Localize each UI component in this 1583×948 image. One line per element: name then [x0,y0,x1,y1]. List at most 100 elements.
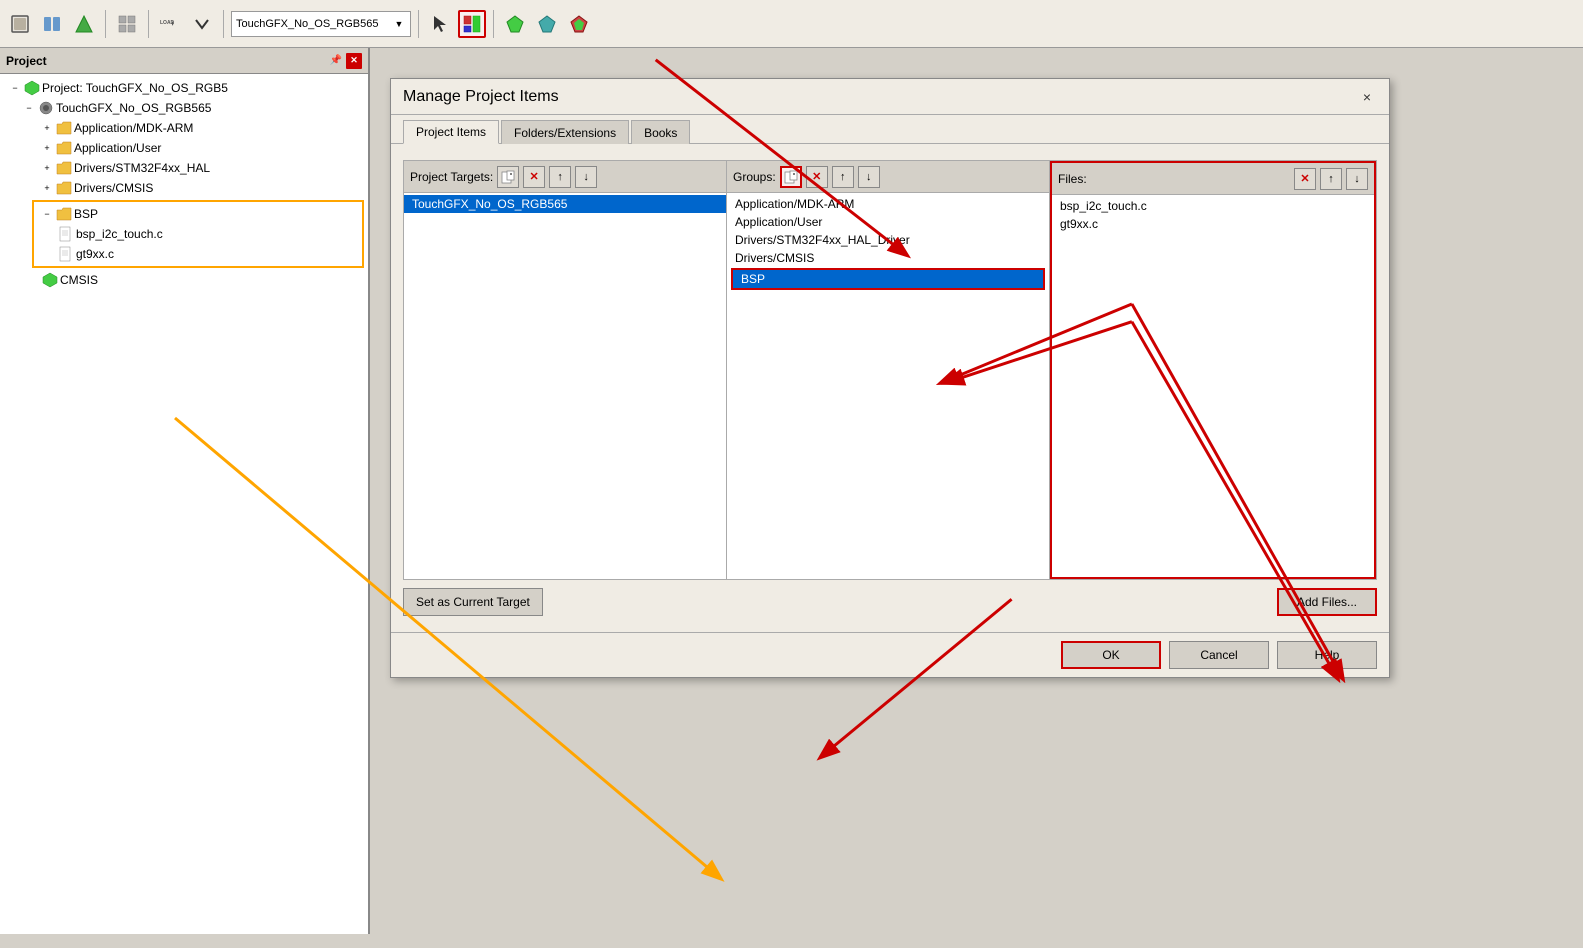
delete-group-button[interactable]: ✕ [806,166,828,188]
folder-icon-mdk [56,120,72,136]
tree-item-cmsis[interactable]: + Drivers/CMSIS [0,178,368,198]
toolbar-icon-3[interactable] [70,10,98,38]
move-target-up-button[interactable]: ↑ [549,166,571,188]
folder-icon-bsp [56,206,72,222]
expand-icon-cmsis[interactable]: + [40,181,54,195]
folder-icon-user [56,140,72,156]
tab-books[interactable]: Books [631,120,690,144]
new-group-button[interactable] [780,166,802,188]
file-item-1[interactable]: gt9xx.c [1052,215,1374,233]
tree-item-stm32[interactable]: + Drivers/STM32F4xx_HAL [0,158,368,178]
toolbar-divider-3 [223,10,224,38]
gear-gem-icon [38,100,54,116]
cancel-button[interactable]: Cancel [1169,641,1269,669]
group-item-0[interactable]: Application/MDK-ARM [727,195,1049,213]
pin-icon[interactable]: 📌 [328,53,344,69]
delete-target-button[interactable]: ✕ [523,166,545,188]
toolbar-divider-2 [148,10,149,38]
expand-icon-mdk[interactable]: + [40,121,54,135]
tree-item-bsp-file2[interactable]: gt9xx.c [36,244,360,264]
tree-item-bsp[interactable]: − BSP [36,204,360,224]
toolbar-gem-teal[interactable] [533,10,561,38]
tree-label-bsp-file2: gt9xx.c [76,247,114,261]
tree-item-root-folder[interactable]: − TouchGFX_No_OS_RGB565 [0,98,368,118]
tree-label-cmsis-gem: CMSIS [60,273,98,287]
group-item-1[interactable]: Application/User [727,213,1049,231]
tree-label-mdk: Application/MDK-ARM [74,121,193,135]
toolbar-icon-cursor[interactable] [426,10,454,38]
tree-item-mdk-arm[interactable]: + Application/MDK-ARM [0,118,368,138]
toolbar-gem-multicolor[interactable] [565,10,593,38]
files-list: bsp_i2c_touch.c gt9xx.c [1052,195,1374,577]
project-panel-title: Project [6,54,47,68]
tree-label-bsp-file1: bsp_i2c_touch.c [76,227,163,241]
tree-item-app-user[interactable]: + Application/User [0,138,368,158]
dialog-body: Project Targets: ✕ [391,144,1389,632]
project-icon [24,80,40,96]
panel-close-button[interactable]: ✕ [346,53,362,69]
add-files-button[interactable]: Add Files... [1277,588,1377,616]
columns-container: Project Targets: ✕ [403,160,1377,580]
file-icon-1 [58,226,74,242]
groups-column: Groups: ✕ ↑ [727,161,1050,579]
expand-icon-root[interactable]: − [22,101,36,115]
tree-label-root: TouchGFX_No_OS_RGB565 [56,101,211,115]
dialog-title: Manage Project Items [403,88,559,106]
target-item-0[interactable]: TouchGFX_No_OS_RGB565 [404,195,726,213]
file-item-0[interactable]: bsp_i2c_touch.c [1052,197,1374,215]
dialog-area: Manage Project Items × Project Items Fol… [370,48,1583,934]
tree-item-cmsis-gem[interactable]: CMSIS [0,270,368,290]
targets-list: TouchGFX_No_OS_RGB565 [404,193,726,579]
tree-label-cmsis: Drivers/CMSIS [74,181,153,195]
dialog-close-button[interactable]: × [1357,87,1377,107]
target-dropdown[interactable]: TouchGFX_No_OS_RGB565 ▼ [231,11,411,37]
tab-folders-extensions[interactable]: Folders/Extensions [501,120,629,144]
toolbar-gem-green[interactable] [501,10,529,38]
move-file-up-button[interactable]: ↑ [1320,168,1342,190]
project-tree: − Project: TouchGFX_No_OS_RGB5 − Tou [0,74,368,934]
expand-icon-bsp[interactable]: − [40,207,54,221]
groups-list: Application/MDK-ARM Application/User Dri… [727,193,1049,579]
toolbar-divider-5 [493,10,494,38]
toolbar-icon-2[interactable] [38,10,66,38]
manage-project-items-button[interactable] [458,10,486,38]
help-button[interactable]: Help [1277,641,1377,669]
expand-icon-stm32[interactable]: + [40,161,54,175]
tree-item-bsp-file1[interactable]: bsp_i2c_touch.c [36,224,360,244]
toolbar-icon-1[interactable] [6,10,34,38]
tab-project-items[interactable]: Project Items [403,120,499,144]
delete-file-button[interactable]: ✕ [1294,168,1316,190]
tree-label-bsp: BSP [74,207,98,221]
tree-label-project: Project: TouchGFX_No_OS_RGB5 [42,81,228,95]
group-item-2[interactable]: Drivers/STM32F4xx_HAL_Driver [727,231,1049,249]
files-column: Files: ✕ ↑ ↓ bsp_i2c_touch.c gt9xx.c [1050,161,1376,579]
move-file-down-button[interactable]: ↓ [1346,168,1368,190]
move-group-up-button[interactable]: ↑ [832,166,854,188]
set-current-target-button[interactable]: Set as Current Target [403,588,543,616]
toolbar-icon-down-arrow[interactable] [188,10,216,38]
toolbar: LOAD TouchGFX_No_OS_RGB565 ▼ [0,0,1583,48]
bsp-highlight-box: − BSP [32,200,364,268]
move-target-down-button[interactable]: ↓ [575,166,597,188]
project-panel: Project 📌 ✕ − Project: TouchGFX_No_OS_RG… [0,48,370,934]
new-target-button[interactable] [497,166,519,188]
toolbar-divider-1 [105,10,106,38]
folder-icon-stm32 [56,160,72,176]
groups-title: Groups: [733,170,776,184]
inline-buttons-row: Set as Current Target Add Files... [403,588,1377,616]
toolbar-divider-4 [418,10,419,38]
expand-icon-user[interactable]: + [40,141,54,155]
group-item-3[interactable]: Drivers/CMSIS [727,249,1049,267]
tree-item-project[interactable]: − Project: TouchGFX_No_OS_RGB5 [0,78,368,98]
tree-label-stm32: Drivers/STM32F4xx_HAL [74,161,210,175]
targets-column: Project Targets: ✕ [404,161,727,579]
dialog-tabs: Project Items Folders/Extensions Books [391,115,1389,144]
move-group-down-button[interactable]: ↓ [858,166,880,188]
ok-button[interactable]: OK [1061,641,1161,669]
expand-icon[interactable]: − [8,81,22,95]
gem-icon-cmsis [42,272,58,288]
main-area: Project 📌 ✕ − Project: TouchGFX_No_OS_RG… [0,48,1583,934]
toolbar-icon-load[interactable]: LOAD [156,10,184,38]
group-item-bsp[interactable]: BSP [733,270,1043,288]
toolbar-icon-grid[interactable] [113,10,141,38]
